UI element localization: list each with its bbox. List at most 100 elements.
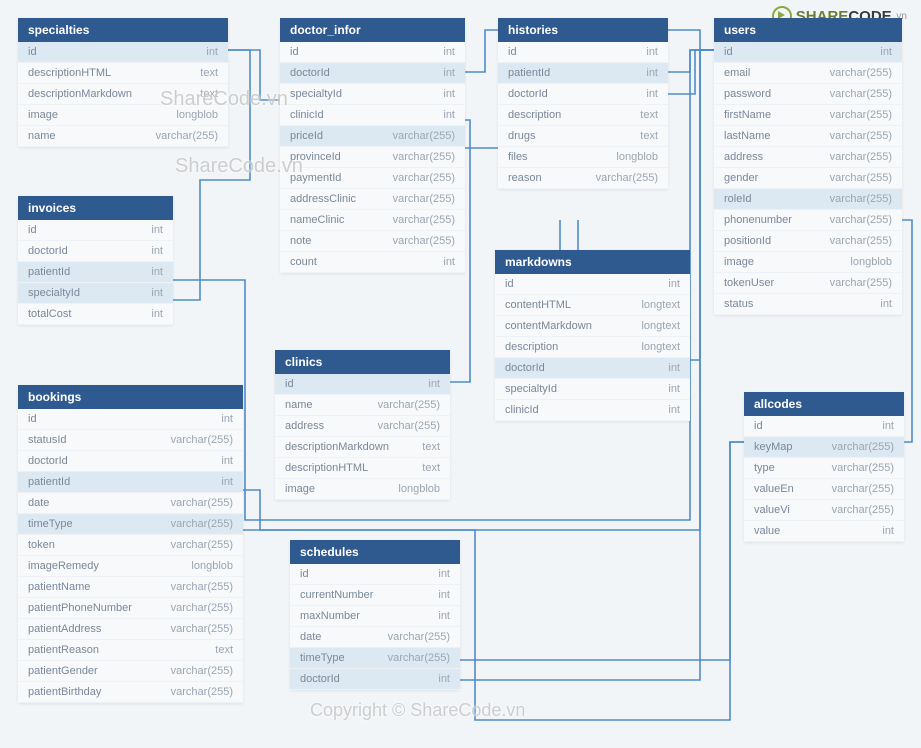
table-row: statusIdvarchar(255): [18, 430, 243, 451]
table-row: passwordvarchar(255): [714, 84, 902, 105]
column-name: patientBirthday: [28, 686, 101, 698]
column-type: varchar(255): [830, 235, 892, 247]
column-name: paymentId: [290, 172, 341, 184]
column-name: positionId: [724, 235, 771, 247]
column-type: int: [443, 109, 455, 121]
column-name: nameClinic: [290, 214, 344, 226]
column-type: varchar(255): [832, 504, 894, 516]
table-users: usersidintemailvarchar(255)passwordvarch…: [714, 18, 902, 315]
table-row: provinceIdvarchar(255): [280, 147, 465, 168]
column-name: patientReason: [28, 644, 99, 656]
column-type: int: [882, 420, 894, 432]
column-type: longblob: [850, 256, 892, 268]
table-row: tokenUservarchar(255): [714, 273, 902, 294]
table-row: reasonvarchar(255): [498, 168, 668, 189]
table-clinics: clinicsidintnamevarchar(255)addressvarch…: [275, 350, 450, 500]
table-row: patientAddressvarchar(255): [18, 619, 243, 640]
column-name: imageRemedy: [28, 560, 99, 572]
table-row: clinicIdint: [495, 400, 690, 421]
column-name: doctorId: [290, 67, 330, 79]
column-name: valueEn: [754, 483, 794, 495]
column-type: varchar(255): [393, 151, 455, 163]
column-name: patientAddress: [28, 623, 101, 635]
column-name: date: [28, 497, 49, 509]
column-name: image: [724, 256, 754, 268]
column-type: varchar(255): [830, 130, 892, 142]
column-name: timeType: [300, 652, 345, 664]
column-name: doctorId: [28, 455, 68, 467]
table-row: patientGendervarchar(255): [18, 661, 243, 682]
table-row: doctorIdint: [18, 241, 173, 262]
column-type: int: [151, 266, 163, 278]
column-name: files: [508, 151, 528, 163]
table-header-specialties: specialties: [18, 18, 228, 42]
table-row: namevarchar(255): [18, 126, 228, 147]
column-name: id: [290, 46, 299, 58]
watermark-copyright: Copyright © ShareCode.vn: [310, 700, 525, 721]
column-type: int: [646, 67, 658, 79]
table-row: typevarchar(255): [744, 458, 904, 479]
table-row: imageRemedy longblob: [18, 556, 243, 577]
column-name: id: [508, 46, 517, 58]
column-type: text: [200, 88, 218, 100]
table-histories: historiesidintpatientIdintdoctorIdintdes…: [498, 18, 668, 189]
column-type: longblob: [176, 109, 218, 121]
table-header-bookings: bookings: [18, 385, 243, 409]
table-row: doctorIdint: [18, 451, 243, 472]
column-type: longblob: [398, 483, 440, 495]
column-name: patientId: [508, 67, 550, 79]
table-row: descriptionMarkdowntext: [275, 437, 450, 458]
column-type: longblob: [191, 560, 233, 572]
table-bookings: bookingsidintstatusIdvarchar(255)doctorI…: [18, 385, 243, 703]
column-type: varchar(255): [832, 441, 894, 453]
column-name: id: [28, 224, 37, 236]
column-name: id: [300, 568, 309, 580]
table-row: doctorIdint: [495, 358, 690, 379]
column-name: password: [724, 88, 771, 100]
column-name: description: [505, 341, 558, 353]
table-row: doctorIdint: [280, 63, 465, 84]
table-row: addressClinicvarchar(255): [280, 189, 465, 210]
table-row: addressvarchar(255): [714, 147, 902, 168]
table-row: patientBirthdayvarchar(255): [18, 682, 243, 703]
table-row: notevarchar(255): [280, 231, 465, 252]
column-name: id: [754, 420, 763, 432]
table-row: descriptionHTMLtext: [275, 458, 450, 479]
column-name: addressClinic: [290, 193, 356, 205]
column-type: int: [438, 589, 450, 601]
table-row: patientPhoneNumbervarchar(255): [18, 598, 243, 619]
column-name: id: [724, 46, 733, 58]
column-name: descriptionHTML: [285, 462, 368, 474]
table-header-users: users: [714, 18, 902, 42]
table-row: doctorIdint: [498, 84, 668, 105]
table-row: idint: [275, 374, 450, 395]
table-row: descriptionHTMLtext: [18, 63, 228, 84]
table-header-markdowns: markdowns: [495, 250, 690, 274]
column-type: int: [443, 256, 455, 268]
table-row: positionId varchar(255): [714, 231, 902, 252]
column-type: varchar(255): [830, 193, 892, 205]
table-row: idint: [18, 42, 228, 63]
column-name: specialtyId: [28, 287, 80, 299]
table-row: emailvarchar(255): [714, 63, 902, 84]
table-row: patientId int: [498, 63, 668, 84]
column-name: roleId: [724, 193, 752, 205]
column-type: int: [646, 46, 658, 58]
column-type: varchar(255): [596, 172, 658, 184]
table-row: specialtyIdint: [495, 379, 690, 400]
column-type: varchar(255): [378, 420, 440, 432]
column-name: id: [285, 378, 294, 390]
table-row: imagelongblob: [275, 479, 450, 500]
table-row: nameClinicvarchar(255): [280, 210, 465, 231]
table-header-clinics: clinics: [275, 350, 450, 374]
column-name: contentHTML: [505, 299, 571, 311]
column-type: longblob: [616, 151, 658, 163]
column-name: descriptionMarkdown: [28, 88, 132, 100]
table-header-doctor_infor: doctor_infor: [280, 18, 465, 42]
table-row: idint: [18, 409, 243, 430]
column-type: varchar(255): [830, 172, 892, 184]
table-row: lastNamevarchar(255): [714, 126, 902, 147]
column-name: doctorId: [28, 245, 68, 257]
table-row: idint: [714, 42, 902, 63]
column-type: int: [438, 673, 450, 685]
